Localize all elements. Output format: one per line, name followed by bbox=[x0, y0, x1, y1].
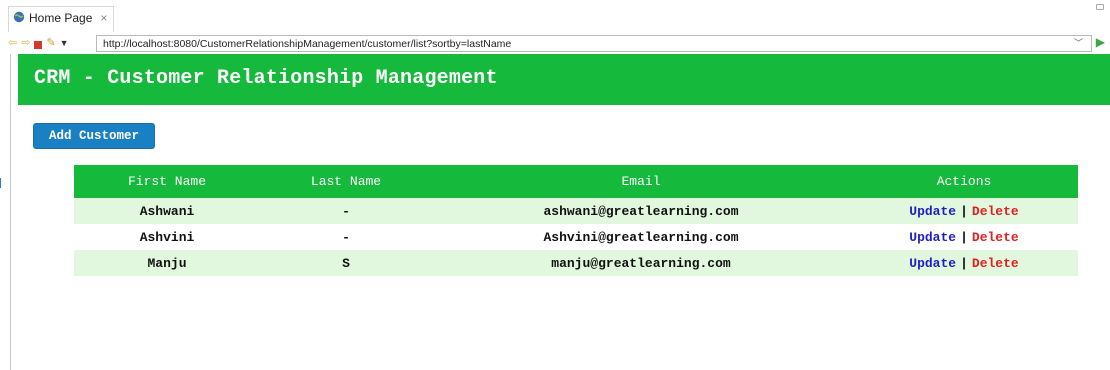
add-customer-button[interactable]: Add Customer bbox=[33, 123, 155, 149]
back-arrow-icon[interactable]: ⇦ bbox=[8, 35, 17, 51]
browser-tab-bar: Home Page × bbox=[0, 0, 1110, 32]
browser-tab[interactable]: Home Page × bbox=[8, 6, 115, 32]
go-icon[interactable]: ▶ bbox=[1096, 35, 1105, 49]
stop-icon[interactable] bbox=[34, 41, 43, 49]
table-row: Ashwani - ashwani@greatlearning.com Upda… bbox=[74, 198, 1078, 224]
forward-arrow-icon[interactable]: ⇨ bbox=[21, 35, 30, 51]
address-bar-url: http://localhost:8080/CustomerRelationsh… bbox=[103, 38, 512, 50]
minimize-icon[interactable] bbox=[1096, 4, 1104, 10]
history-dropdown-icon[interactable]: ▼ bbox=[60, 35, 69, 51]
email-cell: Ashvini@greatlearning.com bbox=[543, 229, 739, 245]
tab-close-icon[interactable]: × bbox=[100, 11, 107, 25]
page-title: CRM - Customer Relationship Management bbox=[34, 67, 498, 90]
column-header-last-name: Last Name bbox=[310, 174, 382, 189]
table-row: Ashvini - Ashvini@greatlearning.com Upda… bbox=[74, 224, 1078, 250]
view-edge-marker bbox=[0, 178, 1, 188]
browser-tab-title: Home Page bbox=[29, 11, 93, 25]
action-separator: | bbox=[960, 255, 968, 271]
chevron-down-icon[interactable]: ﹀ bbox=[1074, 36, 1083, 50]
actions-cell: Update | Delete bbox=[850, 198, 1078, 224]
globe-icon bbox=[13, 11, 25, 23]
refresh-icon[interactable]: ✎ bbox=[46, 35, 55, 51]
page-header: CRM - Customer Relationship Management bbox=[18, 54, 1110, 105]
action-separator: | bbox=[960, 203, 968, 219]
first-name-cell: Manju bbox=[147, 255, 187, 271]
delete-link[interactable]: Delete bbox=[972, 230, 1019, 245]
delete-link[interactable]: Delete bbox=[972, 256, 1019, 271]
update-link[interactable]: Update bbox=[909, 256, 956, 271]
actions-cell: Update | Delete bbox=[850, 224, 1078, 250]
column-header-actions: Actions bbox=[936, 174, 992, 189]
last-name-cell: S bbox=[342, 255, 350, 271]
table-row: Manju S manju@greatlearning.com Update | D… bbox=[74, 250, 1078, 276]
first-name-cell: Ashvini bbox=[139, 229, 195, 245]
address-bar[interactable]: http://localhost:8080/CustomerRelationsh… bbox=[96, 35, 1092, 52]
email-cell: ashwani@greatlearning.com bbox=[543, 203, 739, 219]
customer-table: First Name Last Name Email Actions Ashwa… bbox=[74, 165, 1078, 276]
update-link[interactable]: Update bbox=[909, 204, 956, 219]
view-border bbox=[10, 54, 11, 370]
last-name-cell: - bbox=[342, 229, 350, 245]
browser-nav-bar: ⇦ ⇨ ✎ ▼ http://localhost:8080/CustomerRe… bbox=[0, 32, 1110, 54]
column-header-first-name: First Name bbox=[127, 174, 206, 189]
column-header-email: Email bbox=[621, 174, 661, 189]
update-link[interactable]: Update bbox=[909, 230, 956, 245]
actions-cell: Update | Delete bbox=[850, 250, 1078, 276]
email-cell: manju@greatlearning.com bbox=[551, 255, 731, 271]
delete-link[interactable]: Delete bbox=[972, 204, 1019, 219]
last-name-cell: - bbox=[342, 203, 350, 219]
table-header-row: First Name Last Name Email Actions bbox=[74, 165, 1078, 198]
action-separator: | bbox=[960, 229, 968, 245]
first-name-cell: Ashwani bbox=[139, 203, 195, 219]
